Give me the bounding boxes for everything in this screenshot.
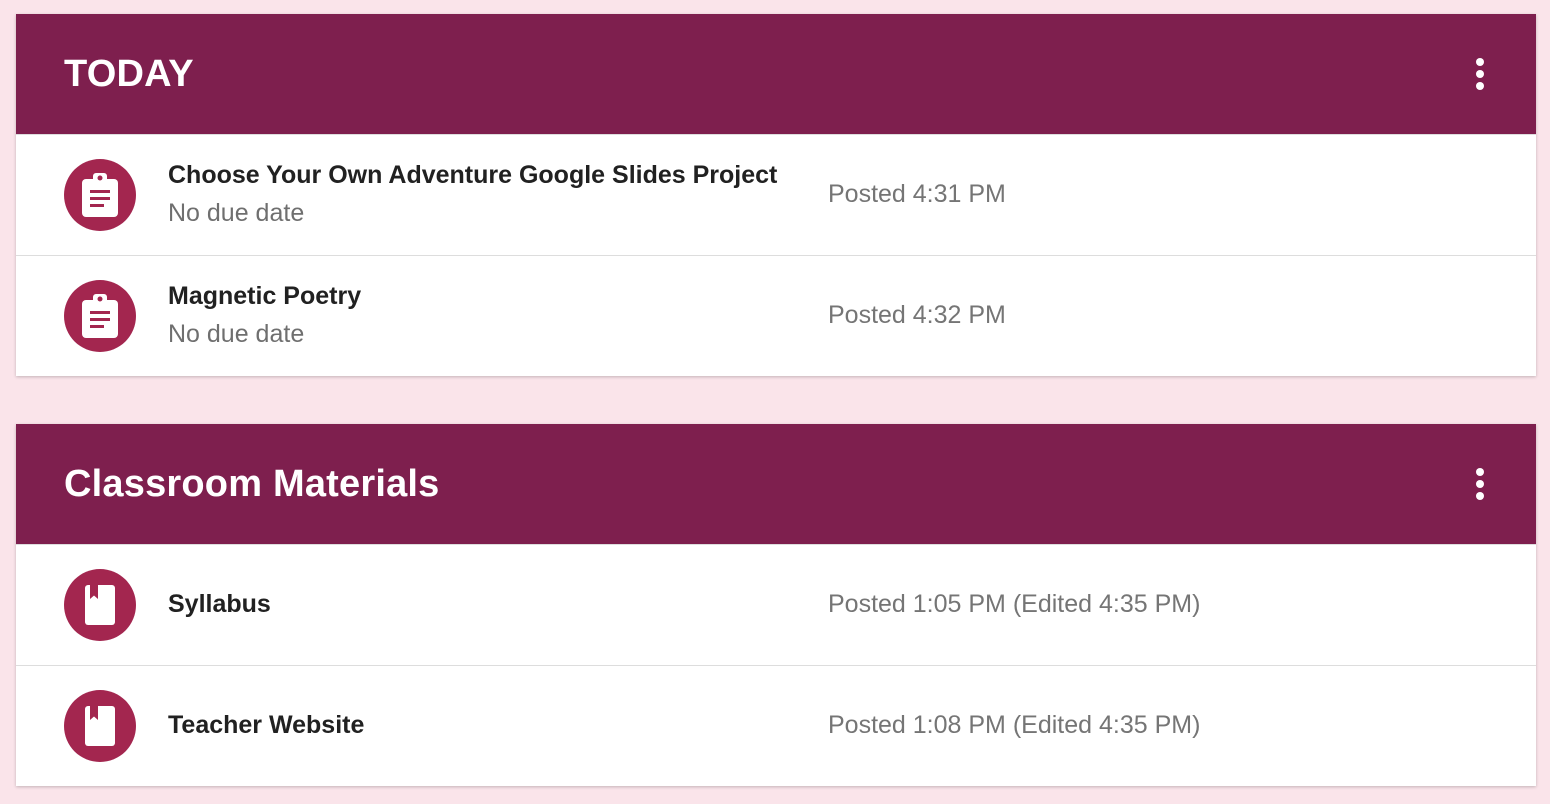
assignment-item[interactable]: Choose Your Own Adventure Google Slides … [16,134,1536,255]
assignment-title: Choose Your Own Adventure Google Slides … [168,161,778,189]
posted-time: Posted 1:08 PM (Edited 4:35 PM) [828,711,1201,739]
assignment-item[interactable]: Magnetic Poetry No due date Posted 4:32 … [16,255,1536,376]
section-title: Classroom Materials [64,463,440,505]
section-header: TODAY [16,14,1536,134]
assignment-icon [64,159,136,231]
material-item[interactable]: Teacher Website Posted 1:08 PM (Edited 4… [16,665,1536,786]
material-title: Syllabus [168,590,271,618]
topic-section-classroom-materials: Classroom Materials Syllabus Posted 1:05… [16,424,1536,786]
section-header: Classroom Materials [16,424,1536,544]
posted-time: Posted 1:05 PM (Edited 4:35 PM) [828,590,1201,618]
assignment-icon [64,280,136,352]
material-item[interactable]: Syllabus Posted 1:05 PM (Edited 4:35 PM) [16,544,1536,665]
more-vert-icon[interactable] [1464,58,1496,90]
more-vert-icon[interactable] [1464,468,1496,500]
posted-time: Posted 4:31 PM [828,180,1006,208]
material-book-icon [64,690,136,762]
material-book-icon [64,569,136,641]
material-title: Teacher Website [168,711,365,739]
section-title: TODAY [64,53,194,95]
assignment-title: Magnetic Poetry [168,282,362,310]
due-date-label: No due date [168,320,305,348]
due-date-label: No due date [168,199,305,227]
topic-section-today: TODAY Choose Your Own Adventure Google S… [16,14,1536,376]
posted-time: Posted 4:32 PM [828,301,1006,329]
